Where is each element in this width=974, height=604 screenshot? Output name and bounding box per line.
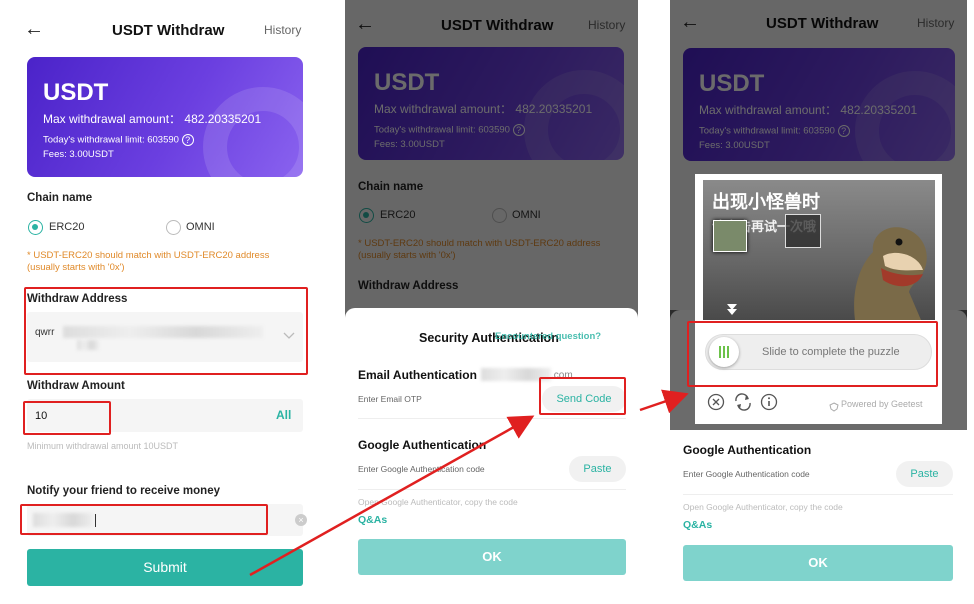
back-arrow-icon[interactable]: ← [24, 18, 44, 41]
amount-label: Withdraw Amount [27, 380, 125, 392]
arrow-down-icon [727, 304, 737, 315]
paste-button[interactable]: Paste [569, 456, 626, 482]
highlight-address [24, 287, 308, 375]
page-title: USDT Withdraw [112, 22, 225, 39]
google-hint: Open Google Authenticator, copy the code [683, 502, 843, 512]
captcha-image[interactable]: 出现小怪兽时 请点击再试一次哦 [703, 180, 935, 320]
ok-button[interactable]: OK [683, 545, 953, 581]
google-hint: Open Google Authenticator, copy the code [358, 497, 518, 507]
highlight-notify [20, 504, 268, 535]
security-sheet: Security Authentication Encountered ques… [345, 308, 638, 604]
dinosaur-image [854, 227, 927, 320]
all-button[interactable]: All [276, 408, 291, 422]
email-otp-input[interactable]: Enter Email OTP [358, 394, 422, 404]
security-auth-screen: ← USDT Withdraw History USDT Max withdra… [345, 0, 638, 604]
close-circle-icon[interactable] [707, 393, 725, 415]
google-auth-title: Google Authentication [683, 443, 812, 457]
ok-button[interactable]: OK [358, 539, 626, 575]
info-icon[interactable] [760, 393, 778, 415]
highlight-amount [23, 401, 111, 435]
submit-button[interactable]: Submit [27, 549, 303, 586]
withdraw-screen: ← USDT Withdraw History USDT Max withdra… [14, 0, 318, 604]
clear-icon[interactable]: × [295, 514, 307, 526]
balance-card: USDT Max withdrawal amount： 482.20335201… [27, 57, 303, 177]
email-auth-title: Email Authentication [358, 368, 477, 382]
min-withdraw-hint: Minimum withdrawal amount 10USDT [27, 441, 179, 451]
chain-warning: * USDT-ERC20 should match with USDT-ERC2… [27, 250, 270, 273]
shield-icon [829, 399, 839, 417]
fees: Fees: 3.00USDT [43, 149, 114, 160]
question-circle-icon[interactable]: ? [181, 134, 194, 146]
daily-limit: Today's withdrawal limit: 603590 ? [43, 134, 194, 146]
highlight-send-code [539, 377, 626, 415]
refresh-icon[interactable] [733, 393, 753, 415]
google-code-input[interactable]: Enter Google Authentication code [683, 469, 810, 479]
question-link[interactable]: Encountered question? [495, 331, 601, 342]
coin-name: USDT [43, 79, 109, 106]
powered-by: Powered by Geetest [841, 399, 923, 409]
captcha-text: 出现小怪兽时 [712, 192, 820, 212]
puzzle-piece[interactable] [713, 220, 747, 252]
radio-selected[interactable] [28, 220, 43, 235]
paste-button[interactable]: Paste [896, 461, 953, 487]
puzzle-gap [785, 214, 821, 248]
google-auth-title: Google Authentication [358, 438, 487, 452]
chain-option-erc20[interactable]: ERC20 [27, 219, 177, 237]
max-withdraw: Max withdrawal amount： 482.20335201 [43, 112, 262, 126]
chain-option-omni[interactable]: OMNI [165, 219, 265, 237]
google-code-input[interactable]: Enter Google Authentication code [358, 464, 485, 474]
chain-label: Chain name [27, 192, 93, 204]
qa-link[interactable]: Q&As [358, 514, 387, 526]
highlight-slider [687, 321, 938, 387]
radio-unselected[interactable] [166, 220, 181, 235]
notify-label: Notify your friend to receive money [27, 485, 220, 497]
qa-link[interactable]: Q&As [683, 519, 712, 531]
history-link[interactable]: History [264, 23, 301, 37]
